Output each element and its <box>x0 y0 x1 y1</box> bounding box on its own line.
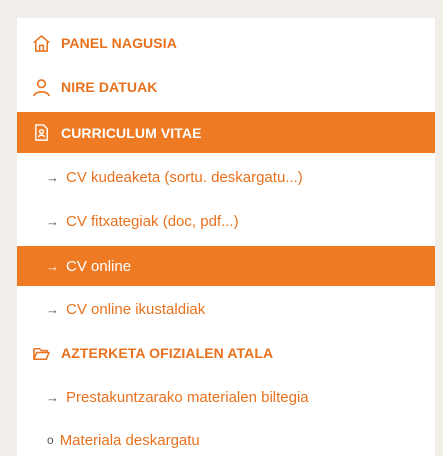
menu-item-azterketa[interactable]: AZTERKETA OFIZIALEN ATALA <box>17 334 435 372</box>
submenu-item-cv-online[interactable]: → CV online <box>17 246 435 286</box>
user-icon <box>31 77 51 97</box>
menu-item-label: PANEL NAGUSIA <box>61 35 177 51</box>
menu-item-label: CURRICULUM VITAE <box>61 124 202 141</box>
submenu-item-prestakuntza[interactable]: → Prestakuntzarako materialen biltegia <box>17 378 435 416</box>
arrow-right-icon: → <box>46 258 59 274</box>
menu-item-nire-datuak[interactable]: NIRE DATUAK <box>17 70 435 104</box>
arrow-right-icon: → <box>46 169 59 185</box>
menu-item-label: AZTERKETA OFIZIALEN ATALA <box>61 345 274 361</box>
submenu-item-cv-kudeaketa[interactable]: → CV kudeaketa (sortu. deskargatu...) <box>17 158 435 196</box>
submenu-item-label: CV fitxategiak (doc, pdf...) <box>66 212 239 230</box>
submenu-item-label: CV kudeaketa (sortu. deskargatu...) <box>66 168 303 186</box>
submenu-item-cv-online-ikustaldiak[interactable]: → CV online ikustaldiak <box>17 290 435 328</box>
submenu-item-label: Materiala deskargatu <box>59 431 200 449</box>
arrow-right-icon: → <box>46 213 59 229</box>
arrow-right-icon: → <box>46 301 59 317</box>
submenu-item-label: CV online <box>66 257 132 275</box>
submenu-item-label: CV online ikustaldiak <box>66 300 206 318</box>
menu-item-curriculum-vitae[interactable]: CURRICULUM VITAE <box>17 112 435 153</box>
submenu-item-materiala-deskargatu[interactable]: o Materiala deskargatu <box>17 422 435 456</box>
bullet-icon: o <box>47 433 54 447</box>
menu-item-label: NIRE DATUAK <box>61 79 158 95</box>
menu-item-panel-nagusia[interactable]: PANEL NAGUSIA <box>17 26 435 60</box>
document-user-icon <box>31 123 51 143</box>
submenu-item-cv-fitxategiak[interactable]: → CV fitxategiak (doc, pdf...) <box>17 202 435 240</box>
folder-open-icon <box>31 343 51 363</box>
side-menu: PANEL NAGUSIA NIRE DATUAK CURRICULUM VIT… <box>17 18 435 456</box>
home-icon <box>31 33 51 53</box>
arrow-right-icon: → <box>46 389 59 405</box>
submenu-item-label: Prestakuntzarako materialen biltegia <box>66 388 309 406</box>
